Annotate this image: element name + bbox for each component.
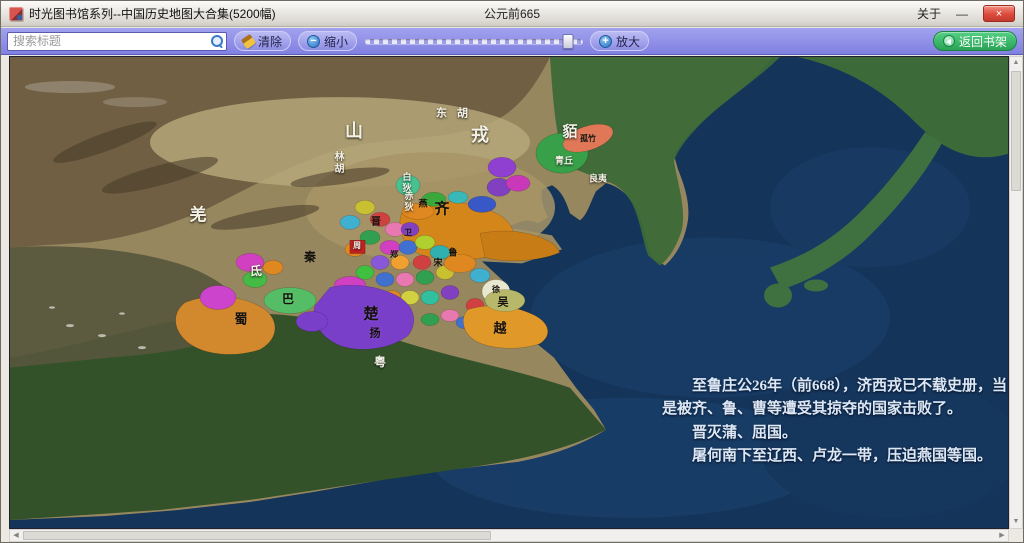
broom-icon bbox=[241, 33, 256, 48]
region-ba bbox=[264, 287, 316, 313]
scroll-down-icon[interactable]: ▼ bbox=[1010, 516, 1022, 528]
clear-button-label: 清除 bbox=[258, 33, 282, 50]
app-icon bbox=[9, 7, 23, 21]
zoom-in-button[interactable]: + 放大 bbox=[590, 31, 649, 51]
search-icon[interactable] bbox=[211, 35, 223, 47]
zoom-out-button-label: 缩小 bbox=[324, 33, 348, 50]
zoom-out-button[interactable]: − 缩小 bbox=[298, 31, 357, 51]
close-button[interactable]: × bbox=[983, 5, 1015, 22]
scroll-left-icon[interactable]: ◀ bbox=[10, 530, 22, 541]
search-input[interactable] bbox=[7, 32, 227, 51]
back-to-shelf-label: 返回书架 bbox=[959, 33, 1007, 50]
vertical-scrollbar[interactable]: ▲ ▼ bbox=[1009, 56, 1023, 529]
annotation-line: 屠何南下至辽西、卢龙一带，压迫燕国等国。 bbox=[662, 445, 1008, 468]
minimize-button[interactable]: — bbox=[951, 9, 973, 19]
plus-circle-icon: + bbox=[599, 35, 612, 48]
scroll-right-icon[interactable]: ▶ bbox=[996, 530, 1008, 541]
zoom-in-button-label: 放大 bbox=[616, 33, 640, 50]
minus-circle-icon: − bbox=[307, 35, 320, 48]
period-title: 公元前665 bbox=[484, 5, 540, 22]
about-button[interactable]: 关于 bbox=[917, 5, 941, 22]
annotation-line: 至鲁庄公26年（前668），济西戎已不载史册，当是被齐、鲁、曹等遭受其掠夺的国家… bbox=[662, 375, 1008, 422]
horizontal-scrollbar[interactable]: ◀ ▶ bbox=[9, 529, 1009, 542]
japan-shikoku bbox=[804, 279, 828, 291]
horizontal-scroll-thumb[interactable] bbox=[23, 531, 491, 540]
clear-button[interactable]: 清除 bbox=[234, 31, 291, 51]
map-viewport[interactable]: 东胡山戎貊孤竹林胡白狄赤狄青丘良夷羌氐燕齐鲁晋卫郑宋徐周秦蜀巴楚扬粤越吴 至鲁庄… bbox=[9, 56, 1009, 529]
back-arrow-icon bbox=[943, 35, 955, 47]
toolbar: 清除 − 缩小 + 放大 返回书架 bbox=[1, 28, 1023, 55]
scroll-up-icon[interactable]: ▲ bbox=[1010, 57, 1022, 69]
zoom-slider[interactable] bbox=[365, 34, 583, 49]
region-zhou bbox=[350, 240, 365, 253]
annotation-line: 晋灭蒲、屈国。 bbox=[662, 422, 1008, 445]
map-annotation: 至鲁庄公26年（前668），济西戎已不载史册，当是被齐、鲁、曹等遭受其掠夺的国家… bbox=[662, 375, 1008, 468]
title-bar: 时光图书馆系列--中国历史地图大合集(5200幅) 公元前665 关于 — × bbox=[1, 1, 1023, 27]
window-title: 时光图书馆系列--中国历史地图大合集(5200幅) bbox=[29, 5, 276, 22]
app-window: 时光图书馆系列--中国历史地图大合集(5200幅) 公元前665 关于 — × … bbox=[0, 0, 1024, 543]
region-wu bbox=[485, 289, 525, 311]
zoom-slider-thumb[interactable] bbox=[562, 34, 573, 49]
search-box bbox=[7, 32, 227, 51]
back-to-shelf-button[interactable]: 返回书架 bbox=[933, 31, 1017, 51]
zoom-slider-track[interactable] bbox=[365, 39, 583, 44]
japan-kyushu bbox=[764, 283, 792, 307]
vertical-scroll-thumb[interactable] bbox=[1011, 71, 1021, 191]
